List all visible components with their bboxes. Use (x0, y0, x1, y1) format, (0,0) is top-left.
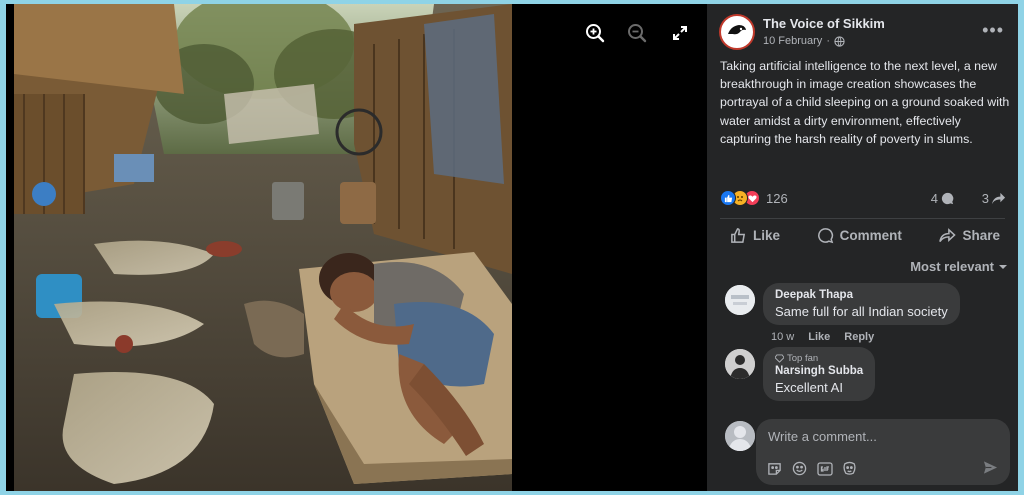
reactions-summary[interactable]: 126 (720, 190, 788, 206)
share-count[interactable]: 3 (982, 191, 1006, 206)
comment-bubble: Deepak Thapa Same full for all Indian so… (763, 283, 960, 325)
post-actions: Like Comment Share (720, 225, 1010, 246)
comment-sort-dropdown[interactable]: Most relevant (910, 259, 1008, 274)
avatar-sticker-icon[interactable] (841, 460, 858, 477)
comment-author[interactable]: Deepak Thapa (775, 289, 948, 301)
sticker-icon[interactable] (766, 460, 783, 477)
chevron-down-icon (999, 264, 1007, 269)
post-photo[interactable] (14, 4, 512, 491)
post-header (719, 14, 755, 50)
sort-label: Most relevant (910, 259, 994, 274)
post-timestamp: 10 February · (763, 35, 845, 47)
composer-tools (766, 460, 858, 477)
page-name[interactable]: The Voice of Sikkim (763, 16, 885, 31)
avatar[interactable] (725, 285, 755, 315)
page-avatar[interactable] (719, 14, 755, 50)
comment-label: Comment (839, 228, 902, 243)
share-label: Share (962, 228, 1000, 243)
comment-input[interactable] (768, 429, 998, 444)
gif-icon[interactable] (816, 460, 833, 477)
badge-label: Top fan (787, 353, 819, 364)
comment-count-icon (941, 192, 954, 205)
comment-text: Excellent AI (775, 380, 843, 395)
like-label: Like (753, 228, 781, 243)
like-button[interactable]: Like (720, 225, 790, 246)
avatar[interactable] (725, 349, 755, 379)
comment-count-value: 4 (930, 191, 938, 206)
comment-button[interactable]: Comment (807, 225, 912, 246)
photo-illustration (14, 4, 512, 491)
emoji-icon[interactable] (791, 460, 808, 477)
share-count-value: 3 (981, 191, 989, 206)
more-options-button[interactable]: ••• (982, 20, 1004, 41)
fullscreen-icon[interactable] (668, 21, 692, 45)
share-icon (939, 228, 957, 243)
zoom-out-icon[interactable] (625, 21, 649, 45)
photo-viewer-window: The Voice of Sikkim 10 February · ••• Ta… (6, 4, 1018, 491)
comment-icon (817, 228, 833, 244)
diamond-icon (775, 354, 784, 363)
zoom-in-icon[interactable] (583, 21, 607, 45)
share-count-icon (991, 192, 1006, 205)
current-user-avatar[interactable] (725, 421, 755, 451)
send-icon[interactable] (983, 460, 998, 480)
post-panel: The Voice of Sikkim 10 February · ••• Ta… (707, 4, 1018, 491)
top-fan-badge: Top fan (775, 353, 863, 364)
reaction-count: 126 (766, 190, 788, 206)
comment-like-link[interactable]: Like (808, 331, 830, 343)
comment-author[interactable]: Narsingh Subba (775, 365, 863, 377)
share-button[interactable]: Share (928, 225, 1010, 246)
comment-reply-link[interactable]: Reply (844, 331, 874, 343)
like-icon (731, 228, 746, 243)
comment-count[interactable]: 4 (931, 191, 955, 206)
comment-bubble: Top fan Narsingh Subba Excellent AI (763, 347, 876, 401)
like-reaction-icon (720, 190, 736, 206)
comment-time[interactable]: 10 w (771, 331, 794, 343)
post-date[interactable]: 10 February (763, 35, 822, 47)
comment-meta: 10 w Like Reply (771, 331, 874, 343)
post-text: Taking artificial intelligence to the ne… (720, 59, 1010, 146)
separator-dot: · (826, 35, 830, 47)
photo-viewer (6, 4, 707, 491)
comment-composer (756, 419, 1010, 485)
globe-icon (834, 35, 845, 47)
divider (720, 218, 1005, 219)
comment-text: Same full for all Indian society (775, 304, 948, 319)
